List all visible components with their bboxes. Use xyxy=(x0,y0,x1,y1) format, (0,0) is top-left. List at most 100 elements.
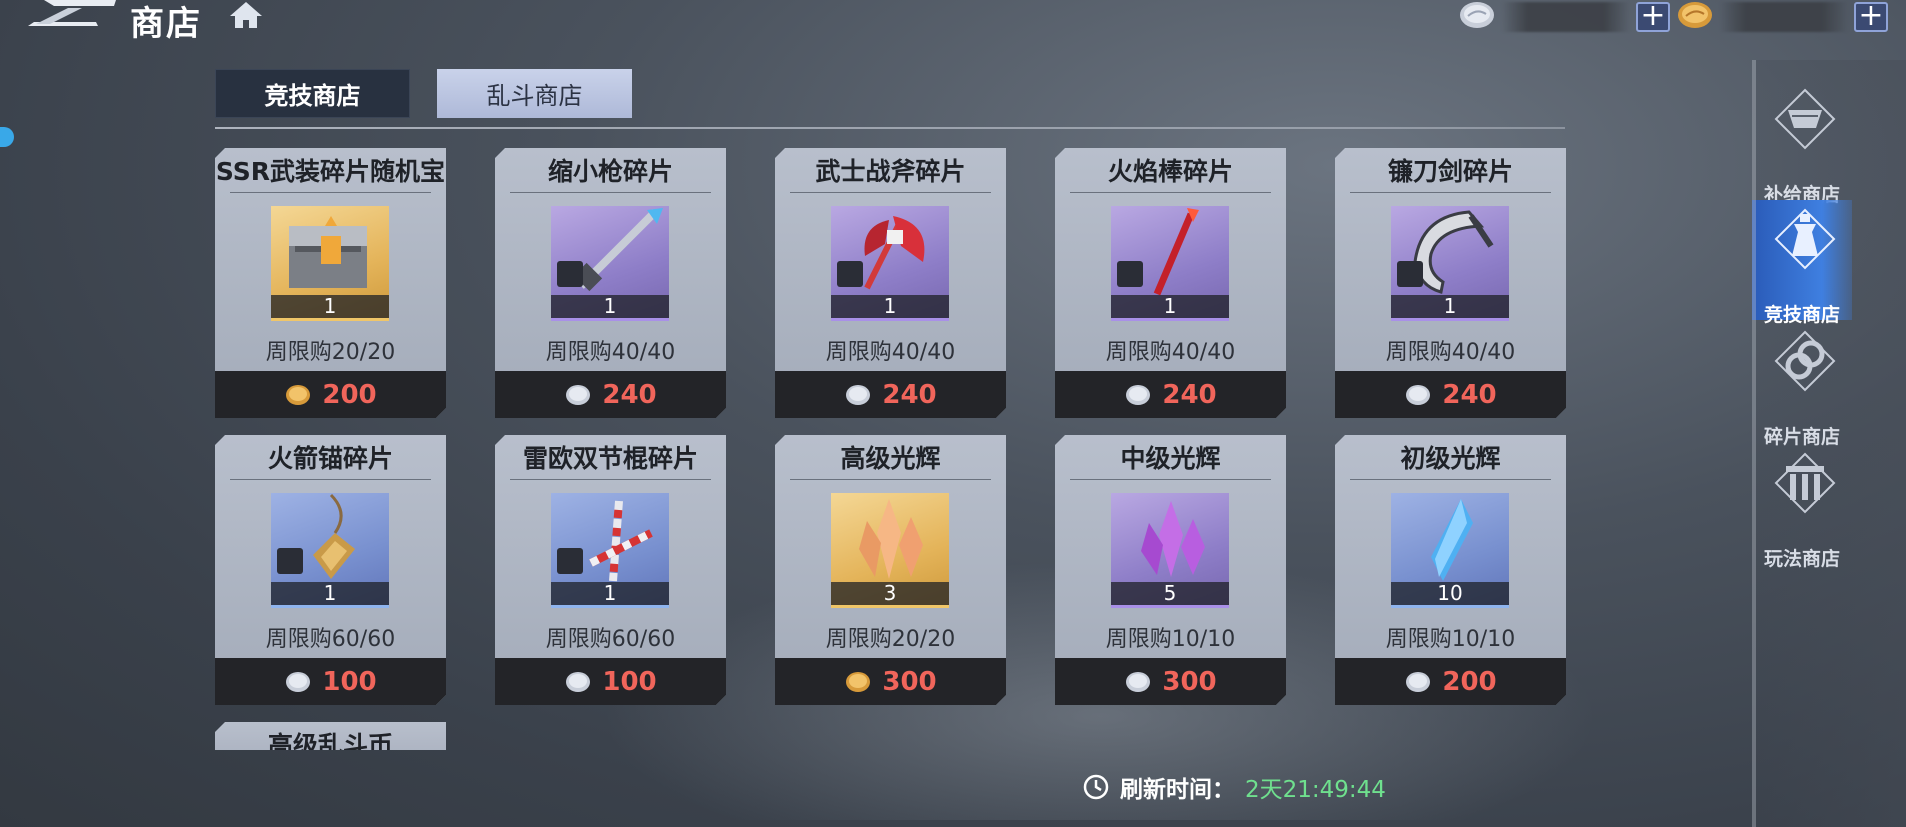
add-silver-button[interactable]: + xyxy=(1636,1,1670,32)
shop-item-card[interactable]: 火箭锚碎片 1 周限购60/60 100 xyxy=(215,435,446,705)
treasure-chest-icon xyxy=(271,206,389,298)
supply-cart-icon xyxy=(1774,88,1836,150)
side-nav: 补给商店 竞技商店 碎片商店 玩法商店 xyxy=(1752,60,1906,827)
item-name: 缩小枪碎片 xyxy=(547,157,673,186)
price-bar: 200 xyxy=(215,371,446,418)
shop-item-card[interactable]: 高级光辉 3 周限购20/20 300 xyxy=(775,435,1006,705)
item-quantity: 5 xyxy=(1111,582,1229,605)
shop-item-card[interactable]: 火焰棒碎片 1 周限购40/40 240 xyxy=(1055,148,1286,418)
silver-coin-icon xyxy=(564,383,592,407)
purchase-limit: 周限购10/10 xyxy=(1105,627,1236,652)
purchase-limit: 周限购20/20 xyxy=(265,340,396,365)
purchase-limit: 周限购40/40 xyxy=(825,340,956,365)
fragment-badge-icon xyxy=(1117,261,1143,287)
item-name: 中级光辉 xyxy=(1120,444,1221,473)
gold-coin-icon xyxy=(1678,2,1712,28)
tab-arena-shop[interactable]: 竞技商店 xyxy=(215,69,410,118)
shop-item-card[interactable]: 中级光辉 5 周限购10/10 300 xyxy=(1055,435,1286,705)
item-icon-frame: 1 xyxy=(831,206,949,321)
arena-tower-icon xyxy=(1774,208,1836,270)
fragment-badge-icon xyxy=(557,548,583,574)
fragment-icon xyxy=(1774,330,1836,392)
item-price: 100 xyxy=(322,666,377,697)
item-icon-frame: 1 xyxy=(1111,206,1229,321)
fragment-badge-icon xyxy=(557,261,583,287)
item-quantity: 1 xyxy=(1391,295,1509,318)
refresh-value: 2天21:49:44 xyxy=(1245,777,1386,803)
refresh-timer: 刷新时间： 2天21:49:44 xyxy=(1082,770,1386,804)
item-icon-frame: 3 xyxy=(831,493,949,608)
item-quantity: 1 xyxy=(831,295,949,318)
item-name: 火焰棒碎片 xyxy=(1107,157,1233,186)
item-price: 240 xyxy=(1442,379,1497,410)
shop-item-card[interactable]: 初级光辉 10 周限购10/10 200 xyxy=(1335,435,1566,705)
silver-coin-icon xyxy=(1124,670,1152,694)
divider xyxy=(510,479,711,480)
item-icon-frame: 1 xyxy=(271,493,389,608)
item-price: 100 xyxy=(602,666,657,697)
purchase-limit: 周限购40/40 xyxy=(1385,340,1516,365)
shop-item-card-partial[interactable]: 高级乱斗币 xyxy=(215,722,446,750)
silver-amount xyxy=(1502,2,1630,32)
side-nav-mode-shop[interactable]: 玩法商店 xyxy=(1752,444,1852,570)
item-price: 300 xyxy=(1162,666,1217,697)
item-quantity: 1 xyxy=(551,582,669,605)
item-price: 300 xyxy=(882,666,937,697)
tab-divider xyxy=(215,127,1565,129)
item-icon-frame: 1 xyxy=(551,493,669,608)
item-name: 初级光辉 xyxy=(1400,444,1501,473)
divider xyxy=(230,479,431,480)
purchase-limit: 周限购60/60 xyxy=(265,627,396,652)
item-price: 240 xyxy=(1162,379,1217,410)
silver-currency-display: + xyxy=(1458,0,1670,34)
clock-icon xyxy=(1083,774,1109,800)
side-nav-fragment-shop[interactable]: 碎片商店 xyxy=(1752,322,1852,448)
price-bar: 240 xyxy=(1055,371,1286,418)
item-icon-frame: 5 xyxy=(1111,493,1229,608)
shop-item-card[interactable]: 武士战斧碎片 1 周限购40/40 240 xyxy=(775,148,1006,418)
item-quantity: 1 xyxy=(271,582,389,605)
item-quantity: 1 xyxy=(1111,295,1229,318)
item-name: 高级乱斗币 xyxy=(267,731,393,750)
item-name: 高级光辉 xyxy=(840,444,941,473)
back-logo-icon[interactable] xyxy=(24,0,120,32)
add-gold-button[interactable]: + xyxy=(1854,1,1888,32)
price-bar: 100 xyxy=(495,658,726,705)
shop-item-card[interactable]: 缩小枪碎片 1 周限购40/40 240 xyxy=(495,148,726,418)
price-bar: 300 xyxy=(775,658,1006,705)
purchase-limit: 周限购40/40 xyxy=(1105,340,1236,365)
divider xyxy=(510,192,711,193)
orange-crystal-icon xyxy=(831,493,949,585)
price-bar: 240 xyxy=(1335,371,1566,418)
shop-item-card[interactable]: SSR武装碎片随机宝 1 周限购20/20 200 xyxy=(215,148,446,418)
left-edge-indicator[interactable] xyxy=(0,127,14,147)
item-quantity: 1 xyxy=(271,295,389,318)
divider xyxy=(230,192,431,193)
item-icon-frame: 1 xyxy=(551,206,669,321)
silver-coin-icon xyxy=(564,670,592,694)
shop-item-card[interactable]: 雷欧双节棍碎片 1 周限购60/60 100 xyxy=(495,435,726,705)
item-name: SSR武装碎片随机宝 xyxy=(215,157,446,186)
item-price: 240 xyxy=(602,379,657,410)
tab-brawl-shop[interactable]: 乱斗商店 xyxy=(437,69,632,118)
price-bar: 200 xyxy=(1335,658,1566,705)
gold-amount xyxy=(1720,2,1848,32)
shop-item-card[interactable]: 镰刀剑碎片 1 周限购40/40 240 xyxy=(1335,148,1566,418)
item-quantity: 3 xyxy=(831,582,949,605)
gate-icon xyxy=(1774,452,1836,514)
gold-coin-icon xyxy=(844,670,872,694)
silver-coin-icon xyxy=(844,383,872,407)
home-icon[interactable] xyxy=(228,0,264,30)
price-bar: 240 xyxy=(495,371,726,418)
silver-coin-icon xyxy=(1404,383,1432,407)
divider xyxy=(1070,479,1271,480)
item-quantity: 1 xyxy=(551,295,669,318)
side-nav-supply-shop[interactable]: 补给商店 xyxy=(1752,80,1852,206)
silver-coin-icon xyxy=(1460,2,1494,28)
purchase-limit: 周限购10/10 xyxy=(1385,627,1516,652)
side-nav-arena-shop[interactable]: 竞技商店 xyxy=(1752,200,1852,326)
gold-currency-display: + xyxy=(1676,0,1888,34)
divider xyxy=(1350,479,1551,480)
item-icon-frame: 1 xyxy=(1391,206,1509,321)
silver-coin-icon xyxy=(1404,670,1432,694)
